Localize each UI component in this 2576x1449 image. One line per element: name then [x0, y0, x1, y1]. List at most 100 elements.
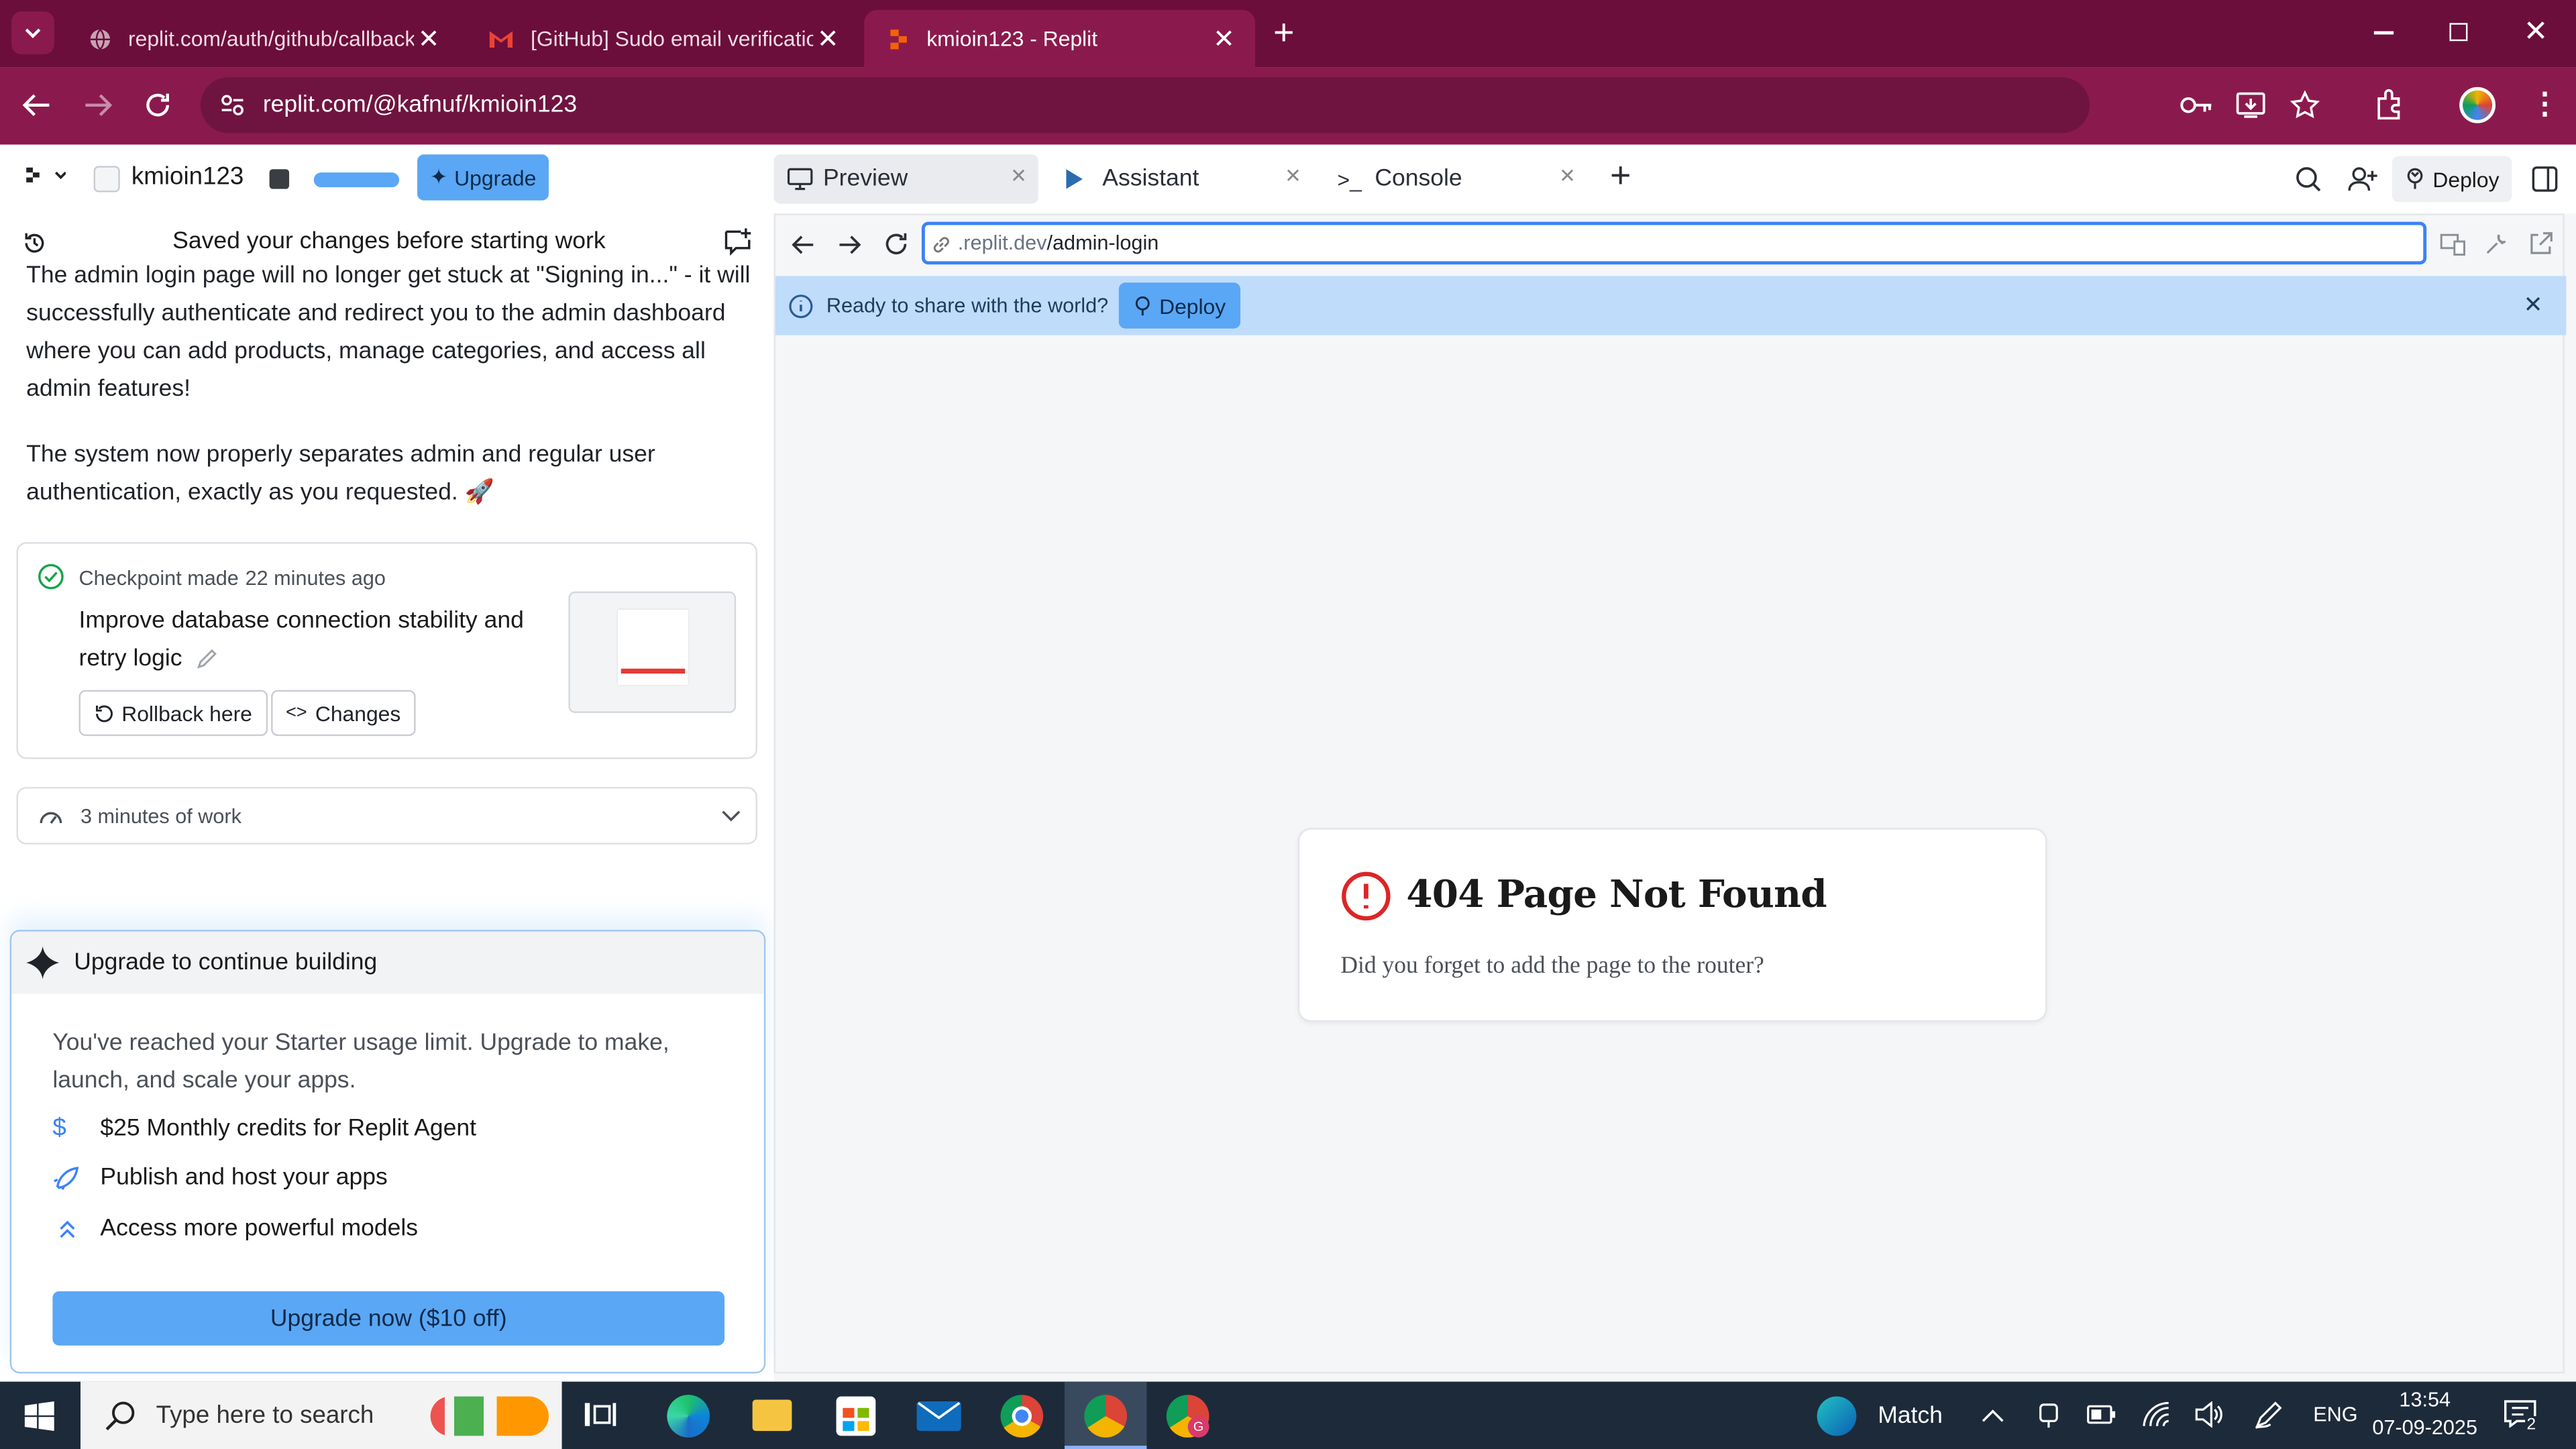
- bookmark-star-icon[interactable]: [2290, 90, 2320, 120]
- changes-button[interactable]: <> Changes: [271, 690, 416, 737]
- store-icon[interactable]: [836, 1396, 876, 1436]
- close-icon[interactable]: ✕: [813, 24, 843, 54]
- battery-icon[interactable]: [2086, 1405, 2116, 1424]
- reload-icon[interactable]: [143, 91, 172, 120]
- chrome-icon[interactable]: G: [1166, 1395, 1210, 1438]
- rollback-button[interactable]: Rollback here: [78, 690, 267, 737]
- task-view-icon[interactable]: [583, 1398, 616, 1431]
- banner-text: Ready to share with the world?: [826, 294, 1109, 317]
- window-close-icon[interactable]: ✕: [2524, 15, 2548, 49]
- forward-arrow-icon[interactable]: [84, 92, 113, 118]
- deploy-button[interactable]: Deploy: [2392, 156, 2512, 203]
- info-icon: [789, 294, 813, 318]
- devices-icon[interactable]: [2440, 233, 2466, 256]
- notification-center[interactable]: 2: [2504, 1400, 2540, 1434]
- install-app-icon[interactable]: [2236, 91, 2265, 120]
- preview-frame: .replit.dev /admin-login Ready to share …: [773, 213, 2567, 1374]
- workspace-menu[interactable]: [23, 164, 66, 187]
- preview-url-field[interactable]: .replit.dev /admin-login: [921, 221, 2427, 265]
- stop-icon[interactable]: [269, 169, 290, 189]
- tab-assistant[interactable]: Assistant ✕: [1050, 154, 1313, 203]
- minimize-icon[interactable]: [2373, 31, 2394, 34]
- chat-scroll: The admin login page will no longer get …: [0, 260, 773, 523]
- invite-user-icon[interactable]: [2348, 166, 2377, 192]
- work-summary-label: 3 minutes of work: [80, 804, 241, 828]
- new-chat-icon[interactable]: [723, 227, 753, 256]
- browser-menu-icon[interactable]: ⋮: [2530, 87, 2559, 120]
- toggle-panel-icon[interactable]: [2532, 166, 2558, 192]
- back-arrow-icon[interactable]: [792, 233, 814, 256]
- close-icon[interactable]: ✕: [1209, 24, 1238, 54]
- history-icon[interactable]: [21, 230, 48, 256]
- upgrade-now-button[interactable]: Upgrade now ($10 off): [52, 1291, 725, 1346]
- extensions-icon[interactable]: [2374, 89, 2406, 120]
- meet-now-icon[interactable]: [2037, 1401, 2060, 1430]
- chevron-up-icon[interactable]: [1981, 1408, 2004, 1423]
- taskbar-search[interactable]: Type here to search: [80, 1381, 562, 1449]
- close-icon[interactable]: ✕: [1285, 164, 1301, 187]
- browser-tab-title: replit.com/auth/github/callback: [128, 26, 415, 51]
- checkpoint-card: Checkpoint made 22 minutes ago Improve d…: [16, 542, 757, 759]
- check-circle-icon: [38, 564, 64, 590]
- close-icon[interactable]: ✕: [1010, 164, 1027, 187]
- weather-icon: [1817, 1396, 1857, 1436]
- error-title: 404 Page Not Found: [1406, 872, 1827, 917]
- chrome-icon[interactable]: [1000, 1395, 1044, 1438]
- restore-icon[interactable]: [2449, 23, 2468, 42]
- wrench-icon[interactable]: [2484, 231, 2509, 256]
- mail-icon[interactable]: [916, 1401, 961, 1432]
- back-arrow-icon[interactable]: [21, 92, 51, 118]
- tab-search-button[interactable]: [11, 11, 54, 54]
- address-bar[interactable]: replit.com/@kafnuf/kmioin123: [200, 77, 2320, 133]
- pen-icon[interactable]: [2254, 1401, 2284, 1430]
- dollar-icon: $: [52, 1114, 66, 1142]
- edge-icon[interactable]: [667, 1395, 710, 1438]
- close-icon[interactable]: ✕: [1559, 164, 1576, 187]
- new-tab-icon[interactable]: +: [1273, 12, 1294, 53]
- chrome-profile-active[interactable]: [1064, 1381, 1147, 1449]
- close-banner-icon[interactable]: ✕: [2524, 290, 2543, 319]
- saved-status: Saved your changes before starting work: [172, 228, 606, 255]
- browser-tab-gmail[interactable]: [GitHub] Sudo email verification ✕: [465, 10, 859, 68]
- checkpoint-title: Improve database connection stability an…: [78, 608, 524, 672]
- replit-menu-icon: [26, 167, 66, 182]
- key-icon[interactable]: [2180, 94, 2213, 117]
- search-icon[interactable]: [2295, 166, 2321, 192]
- browser-tab-replit[interactable]: kmioin123 - Replit ✕: [864, 9, 1256, 68]
- error-card: 404 Page Not Found Did you forget to add…: [1297, 828, 2047, 1022]
- reload-icon[interactable]: [884, 231, 909, 256]
- file-explorer-icon[interactable]: [752, 1399, 792, 1432]
- feature-label: $25 Monthly credits for Replit Agent: [100, 1114, 476, 1141]
- upgrade-button[interactable]: ✦ Upgrade: [417, 154, 549, 201]
- sparkle-icon: [26, 946, 60, 979]
- rollback-icon: [96, 704, 113, 722]
- project-name[interactable]: kmioin123: [131, 162, 244, 191]
- chrome-icon: [1084, 1395, 1128, 1438]
- open-external-icon[interactable]: [2528, 231, 2553, 256]
- tab-preview[interactable]: Preview ✕: [773, 154, 1038, 204]
- banner-deploy-button[interactable]: Deploy: [1118, 282, 1241, 329]
- profile-avatar[interactable]: [2459, 87, 2496, 123]
- checkpoint-thumbnail[interactable]: [568, 591, 737, 713]
- browser-tab-callback[interactable]: replit.com/auth/github/callback ✕: [66, 10, 460, 68]
- windows-start-icon[interactable]: [24, 1401, 54, 1432]
- volume-icon[interactable]: [2195, 1401, 2224, 1428]
- edit-pencil-icon[interactable]: [195, 647, 218, 670]
- rollback-label: Rollback here: [121, 700, 252, 726]
- tab-console[interactable]: >_ Console ✕: [1324, 154, 1587, 203]
- upgrade-description: You've reached your Starter usage limit.…: [52, 1030, 669, 1095]
- weather-widget[interactable]: Match: [1817, 1396, 1943, 1436]
- add-tab-icon[interactable]: +: [1610, 157, 1631, 194]
- agent-message: The admin login page will no longer get …: [26, 262, 751, 403]
- language-indicator[interactable]: ENG: [2313, 1403, 2357, 1426]
- notification-count: 2: [2525, 1416, 2538, 1434]
- checkpoint-label: Checkpoint made: [78, 566, 239, 590]
- close-icon[interactable]: ✕: [414, 24, 443, 54]
- clock[interactable]: 13:54 07-09-2025: [2366, 1387, 2484, 1442]
- changes-label: Changes: [315, 700, 401, 726]
- work-summary-row[interactable]: 3 minutes of work: [16, 787, 757, 845]
- site-info-icon[interactable]: [220, 94, 245, 117]
- wifi-icon[interactable]: [2142, 1401, 2171, 1428]
- browser-tabstrip: replit.com/auth/github/callback ✕ [GitHu…: [0, 0, 2576, 68]
- forward-arrow-icon[interactable]: [838, 233, 861, 256]
